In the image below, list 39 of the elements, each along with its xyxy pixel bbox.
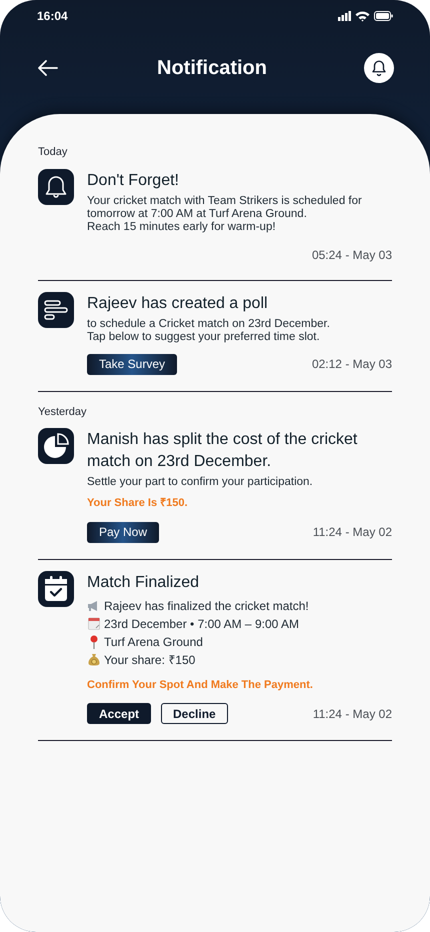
highlight-text: Confirm Your Spot And Make The Payment. bbox=[87, 678, 314, 692]
bell-icon bbox=[38, 168, 74, 204]
notification-text: 23rd December • 7:00 AM – 9:00 AM bbox=[104, 616, 299, 632]
highlight-text: Your Share Is ₹150. bbox=[87, 496, 189, 511]
action-button[interactable]: Decline bbox=[161, 703, 228, 724]
action-button[interactable]: Pay Now bbox=[87, 522, 160, 542]
notification-text: Turf Arena Ground bbox=[104, 634, 203, 650]
timestamp: 02:12 - May 03 bbox=[312, 356, 392, 373]
page-title: Notification bbox=[157, 56, 267, 81]
notification-text: Rajeev has finalized the cricket match! bbox=[104, 598, 309, 614]
timestamp: 11:24 - May 02 bbox=[312, 524, 392, 541]
bars-icon bbox=[38, 292, 74, 328]
bell-icon bbox=[370, 59, 388, 77]
calendar-check-icon bbox=[38, 570, 74, 606]
notification-title: Rajeev has created a poll bbox=[87, 294, 269, 314]
megaphone-icon bbox=[87, 600, 100, 612]
notification-text: Reach 15 minutes early for warm-up! bbox=[87, 220, 277, 234]
battery-icon bbox=[374, 11, 393, 21]
timestamp: 11:24 - May 02 bbox=[312, 706, 392, 722]
notification-text: Tap below to suggest your preferred time slot. bbox=[87, 330, 321, 344]
notification-text: Your share: ₹150 bbox=[104, 652, 196, 668]
notification-text: to schedule a Cricket match on 23rd December. bbox=[87, 318, 331, 330]
notification-text: Settle your part to confirm your participation. bbox=[87, 476, 314, 489]
notification-title: Manish has split the cost of the cricket match on 23rd December. bbox=[87, 430, 358, 472]
timestamp: 05:24 - May 03 bbox=[312, 246, 392, 264]
notification-text: Your cricket match with Team Strikers is scheduled for tomorrow at 7:00 AM at Turf Arena Ground. bbox=[87, 194, 363, 220]
notification-title: Don't Forget! bbox=[87, 170, 180, 190]
action-button[interactable]: Take Survey bbox=[87, 354, 178, 374]
signal-icon bbox=[338, 11, 351, 21]
section-label: Yesterday bbox=[38, 404, 88, 420]
money-bag-icon bbox=[87, 653, 100, 666]
wifi-icon bbox=[355, 10, 370, 22]
status-time: 16:04 bbox=[37, 8, 68, 25]
section-label: Today bbox=[38, 145, 68, 160]
action-button[interactable]: Accept bbox=[87, 703, 152, 724]
pie-chart-icon bbox=[38, 428, 74, 464]
notification-button[interactable] bbox=[364, 53, 394, 83]
notification-title: Match Finalized bbox=[87, 572, 200, 592]
calendar-icon bbox=[87, 617, 100, 630]
